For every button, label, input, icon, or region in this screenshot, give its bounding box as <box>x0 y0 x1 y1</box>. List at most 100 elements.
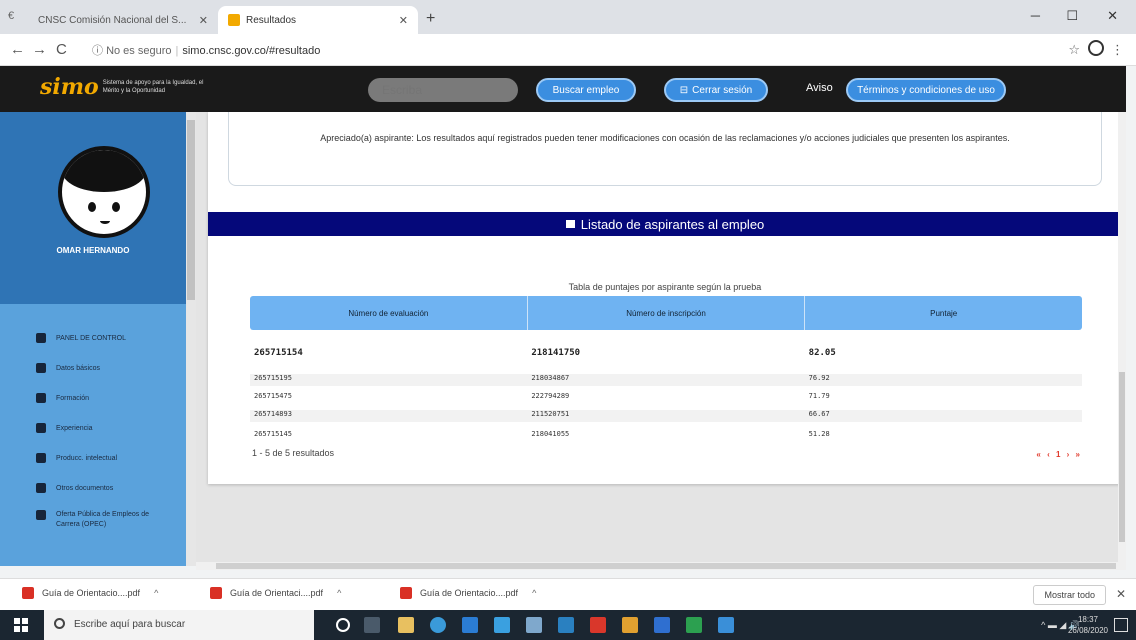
store-icon[interactable] <box>398 617 414 633</box>
aviso-link[interactable]: Aviso <box>806 82 833 94</box>
close-icon[interactable]: ✕ <box>399 14 408 27</box>
tab-scroll-icon[interactable]: € <box>8 10 14 22</box>
reload-icon[interactable]: C <box>56 41 67 58</box>
browser-tab-resultados[interactable]: Resultados ✕ <box>218 6 418 34</box>
logout-icon: ⊟ <box>679 84 689 96</box>
show-all-button[interactable]: Mostrar todo <box>1033 585 1106 605</box>
app-icon[interactable] <box>494 617 510 633</box>
table-row: 265715475 222794289 71.79 <box>250 392 1082 404</box>
table-row: 265715145 218041055 51.28 <box>250 430 1082 442</box>
app-icon[interactable] <box>526 617 542 633</box>
cell: 218141750 <box>531 348 581 358</box>
logo-mark: simo <box>40 74 99 100</box>
sidebar-item-documentos[interactable]: Otros documentos <box>36 474 186 502</box>
cell: 211520751 <box>531 410 570 418</box>
cerrar-sesion-label: Cerrar sesión <box>692 84 753 96</box>
chevron-up-icon[interactable]: ^ <box>337 588 341 598</box>
cell: 218041055 <box>531 430 570 438</box>
cell: 265715145 <box>254 430 292 438</box>
sidebar-item-opec[interactable]: Oferta Pública de Empleos de Carrera (OP… <box>36 504 186 532</box>
column-header[interactable]: Número de inscripción <box>526 296 805 330</box>
buscar-empleo-button[interactable]: Buscar empleo <box>536 78 636 102</box>
downloads-bar: Guía de Orientacio....pdf ^ Guía de Orie… <box>0 578 1136 610</box>
simo-favicon-icon <box>228 14 240 26</box>
taskbar-search-placeholder: Escribe aquí para buscar <box>74 619 186 630</box>
info-icon[interactable]: ⓘ <box>92 45 103 57</box>
minimize-icon[interactable]: ─ <box>1031 8 1040 23</box>
menu-kebab-icon[interactable]: ⋮ <box>1111 42 1124 58</box>
download-name: Guía de Orientacio....pdf <box>42 588 141 598</box>
close-icon[interactable]: ✕ <box>199 14 208 27</box>
cortana-icon[interactable] <box>336 618 350 632</box>
sidebar-scrollbar[interactable] <box>186 112 196 566</box>
mail-icon[interactable] <box>558 617 574 633</box>
pdf-icon <box>400 587 412 599</box>
close-window-icon[interactable]: ✕ <box>1107 8 1118 24</box>
simo-logo[interactable]: simo Sistema de apoyo para la Igualdad, … <box>40 74 213 100</box>
cell: 76.92 <box>808 374 830 382</box>
cerrar-sesion-button[interactable]: ⊟ Cerrar sesión <box>664 78 768 102</box>
maximize-icon[interactable]: ☐ <box>1066 8 1078 24</box>
windows-start-icon[interactable] <box>14 618 28 632</box>
download-item[interactable]: Guía de Orientacio....pdf ^ <box>22 587 158 599</box>
taskbar: Escribe aquí para buscar ^ ▬ ◢ 🔊 18:37 2… <box>0 610 1136 640</box>
column-header[interactable]: Puntaje <box>804 296 1082 330</box>
table-row: 265714893 211520751 66.67 <box>250 410 1082 422</box>
app-icon[interactable] <box>718 617 734 633</box>
taskbar-search[interactable]: Escribe aquí para buscar <box>44 610 314 640</box>
task-view-icon[interactable] <box>364 617 380 633</box>
sidebar-item-label: Oferta Pública de Empleos de Carrera (OP… <box>56 511 149 528</box>
bookmark-star-icon[interactable]: ☆ <box>1068 42 1080 58</box>
search-icon <box>54 618 65 629</box>
browser-tab-bar: € CNSC Comisión Nacional del S... ✕ Resu… <box>0 0 1136 34</box>
new-tab-icon[interactable]: + <box>426 10 435 28</box>
url-field[interactable]: ⓘ No es seguro | simo.cnsc.gov.co/#resulta… <box>92 42 320 58</box>
back-icon[interactable]: ← <box>10 41 25 58</box>
sidebar-item-label: PANEL DE CONTROL <box>56 334 127 342</box>
username: OMAR HERNANDO <box>56 246 130 255</box>
cell: 265715195 <box>254 374 292 382</box>
dashboard-icon <box>36 333 46 343</box>
download-item[interactable]: Guía de Orientaci....pdf ^ <box>210 587 341 599</box>
excel-icon[interactable] <box>686 617 702 633</box>
word-icon[interactable] <box>654 617 670 633</box>
browser-tab-cnsc[interactable]: CNSC Comisión Nacional del S... ✕ <box>28 6 218 34</box>
sidebar-item-produccion[interactable]: Producc. intelectual <box>36 444 186 472</box>
terminos-button[interactable]: Términos y condiciones de uso <box>846 78 1006 102</box>
pagination[interactable]: « ‹ 1 › » <box>1036 450 1082 459</box>
close-icon[interactable]: ✕ <box>1116 587 1126 601</box>
globe-icon <box>36 510 46 520</box>
results-count: 1 - 5 de 5 resultados <box>252 448 335 458</box>
sidebar-item-panel[interactable]: PANEL DE CONTROL <box>36 324 186 352</box>
sidebar-item-label: Producc. intelectual <box>56 454 118 462</box>
notification-icon[interactable] <box>1114 618 1128 632</box>
cell: 265714893 <box>254 410 292 418</box>
pdf-icon <box>210 587 222 599</box>
clock[interactable]: 18:37 26/08/2020 <box>1068 614 1108 636</box>
download-item[interactable]: Guía de Orientacio....pdf ^ <box>400 587 536 599</box>
logo-tagline: Sistema de apoyo para la Igualdad, el Mé… <box>102 80 204 94</box>
search-input[interactable] <box>368 78 518 102</box>
chevron-up-icon[interactable]: ^ <box>154 588 158 598</box>
book-icon <box>36 453 46 463</box>
powerpoint-icon[interactable] <box>590 617 606 633</box>
tab-title: CNSC Comisión Nacional del S... <box>38 14 187 26</box>
briefcase-icon <box>36 423 46 433</box>
file-explorer-icon[interactable] <box>622 617 638 633</box>
sidebar: OMAR HERNANDO PANEL DE CONTROL Datos bás… <box>0 112 196 566</box>
horizontal-scrollbar[interactable] <box>196 562 1126 570</box>
chrome-icon[interactable] <box>430 617 446 633</box>
main-scrollbar[interactable] <box>1118 112 1126 566</box>
cell: 71.79 <box>808 392 830 400</box>
sidebar-item-formacion[interactable]: Formación <box>36 384 186 412</box>
sidebar-item-experiencia[interactable]: Experiencia <box>36 414 186 442</box>
chevron-up-icon[interactable]: ^ <box>532 588 536 598</box>
profile-icon[interactable] <box>1088 40 1104 56</box>
notice-box: Apreciado(a) aspirante: Los resultados a… <box>228 112 1102 186</box>
forward-icon[interactable]: → <box>32 41 47 58</box>
sidebar-item-datos[interactable]: Datos básicos <box>36 354 186 382</box>
column-header[interactable]: Número de evaluación <box>250 296 527 330</box>
section-title: Listado de aspirantes al empleo <box>580 216 765 232</box>
sidebar-item-label: Otros documentos <box>56 484 114 492</box>
edge-icon[interactable] <box>462 617 478 633</box>
